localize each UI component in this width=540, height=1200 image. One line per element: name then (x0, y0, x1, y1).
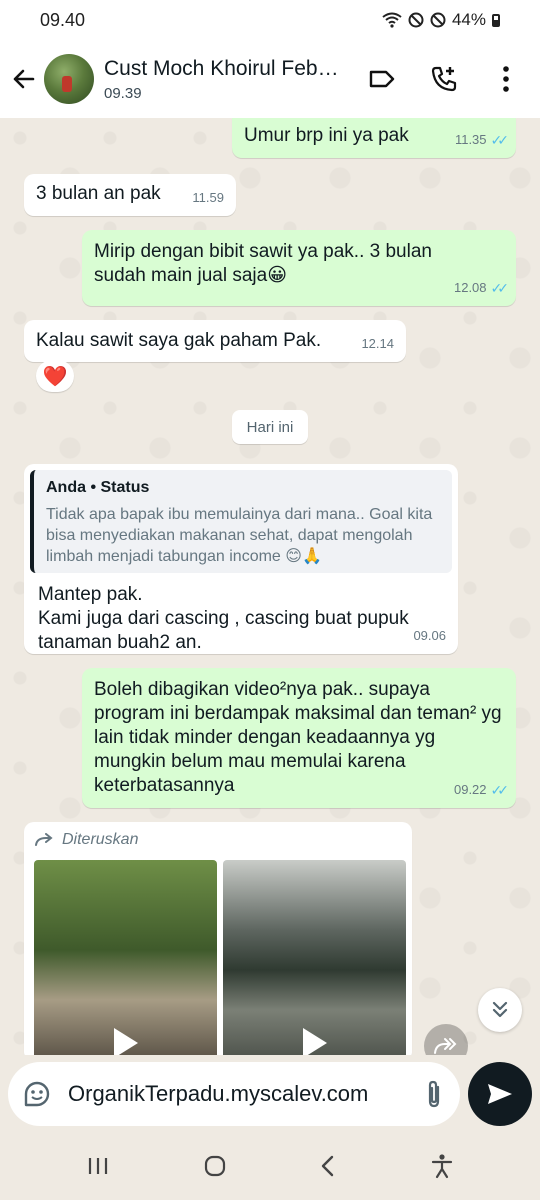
recent-apps-icon[interactable] (86, 1156, 110, 1176)
message-text: Mirip dengan bibit sawit ya pak.. 3 bula… (94, 241, 432, 286)
composer-bar: OrganikTerpadu.myscalev.com (0, 1055, 540, 1132)
message-meta: 12.14 (361, 332, 394, 356)
blocked-icon (430, 12, 446, 28)
video-thumbnail[interactable] (223, 860, 406, 1055)
quoted-status[interactable]: Anda • Status Tidak apa bapak ibu memula… (30, 470, 452, 573)
chevrons-down-icon (492, 1001, 508, 1018)
sticker-icon[interactable] (22, 1079, 52, 1109)
day-separator: Hari ini (232, 410, 308, 444)
play-icon (113, 1028, 138, 1055)
reaction-heart[interactable]: ❤️ (36, 360, 74, 392)
chat-area[interactable]: Umur brp ini ya pak 11.35 ✓✓ 3 bulan an … (0, 118, 540, 1055)
message-input[interactable]: OrganikTerpadu.myscalev.com (68, 1081, 422, 1107)
forwarded-text: Diteruskan (62, 831, 139, 848)
accessibility-icon[interactable] (430, 1153, 454, 1179)
status-bar: 09.40 44% (0, 0, 540, 40)
message-bubble[interactable]: 3 bulan an pak 11.59 (24, 174, 236, 216)
message-time: 11.35 (454, 132, 487, 147)
message-bubble[interactable]: Kalau sawit saya gak paham Pak. 12.14 (24, 320, 406, 362)
play-icon (302, 1028, 327, 1055)
battery-percent: 44% (451, 10, 486, 29)
contact-name: Cust Moch Khoirul Febri... (104, 56, 344, 80)
quote-title: Anda • Status (46, 479, 150, 496)
back-button[interactable] (10, 65, 38, 93)
status-icons: 44% (382, 10, 500, 30)
back-nav-icon[interactable] (319, 1154, 337, 1178)
forwarded-media-bubble[interactable]: Diteruskan (24, 822, 412, 1055)
send-button[interactable] (468, 1062, 532, 1126)
home-icon[interactable] (203, 1154, 227, 1178)
forward-arrows-icon (434, 1038, 457, 1054)
status-time: 09.40 (40, 9, 86, 30)
double-check-icon: ✓✓ (490, 132, 510, 148)
more-options-button[interactable] (482, 55, 530, 103)
label-button[interactable] (358, 55, 406, 103)
message-text: Umur brp ini ya pak (244, 125, 409, 146)
message-meta: 11.35 ✓✓ (454, 128, 510, 152)
contact-info[interactable]: Cust Moch Khoirul Febri... 09.39 (104, 57, 344, 102)
double-check-icon: ✓✓ (490, 782, 510, 798)
double-check-icon: ✓✓ (490, 280, 510, 296)
message-bubble[interactable]: Anda • Status Tidak apa bapak ibu memula… (24, 464, 458, 654)
label-icon (369, 70, 395, 88)
phone-plus-icon (431, 66, 457, 92)
message-text: 3 bulan an pak (36, 183, 161, 204)
forward-media-button[interactable] (424, 1024, 468, 1055)
message-time: 11.59 (192, 190, 224, 205)
forwarded-label: Diteruskan (34, 828, 406, 852)
message-meta: 12.08 ✓✓ (453, 276, 510, 300)
contact-avatar[interactable] (44, 54, 94, 104)
paperclip-icon[interactable] (422, 1079, 446, 1109)
wifi-icon (382, 12, 402, 28)
more-vertical-icon (503, 66, 509, 92)
message-bubble[interactable]: Boleh dibagikan video²nya pak.. supaya p… (82, 668, 516, 808)
message-bubble[interactable]: Umur brp ini ya pak 11.35 ✓✓ (232, 118, 516, 158)
forward-icon (35, 833, 53, 846)
message-time: 09.06 (413, 628, 446, 643)
do-not-disturb-icon (408, 12, 424, 28)
chat-header: Cust Moch Khoirul Febri... 09.39 (0, 40, 540, 118)
message-text: Kalau sawit saya gak paham Pak. (36, 330, 322, 351)
message-text: Mantep pak. Kami juga dari cascing , cas… (38, 584, 409, 653)
message-time: 09.22 (453, 782, 487, 797)
send-icon (488, 1084, 512, 1104)
arrow-left-icon (13, 69, 35, 89)
media-row (34, 860, 406, 1055)
message-time: 12.14 (361, 336, 394, 351)
scroll-to-bottom-button[interactable] (478, 988, 522, 1032)
message-bubble[interactable]: Mirip dengan bibit sawit ya pak.. 3 bula… (82, 230, 516, 306)
message-input-container[interactable]: OrganikTerpadu.myscalev.com (8, 1062, 460, 1126)
add-call-button[interactable] (420, 55, 468, 103)
message-meta: 09.06 (413, 624, 446, 648)
video-thumbnail[interactable] (34, 860, 217, 1055)
last-seen: 09.39 (104, 84, 142, 102)
message-time: 12.08 (453, 280, 487, 295)
message-meta: 11.59 (192, 186, 224, 210)
quote-text: Tidak apa bapak ibu memulainya dari mana… (46, 506, 433, 565)
message-text: Boleh dibagikan video²nya pak.. supaya p… (94, 679, 502, 796)
system-navigation-bar (0, 1132, 540, 1200)
message-meta: 09.22 ✓✓ (453, 778, 510, 802)
battery-icon (492, 13, 500, 27)
